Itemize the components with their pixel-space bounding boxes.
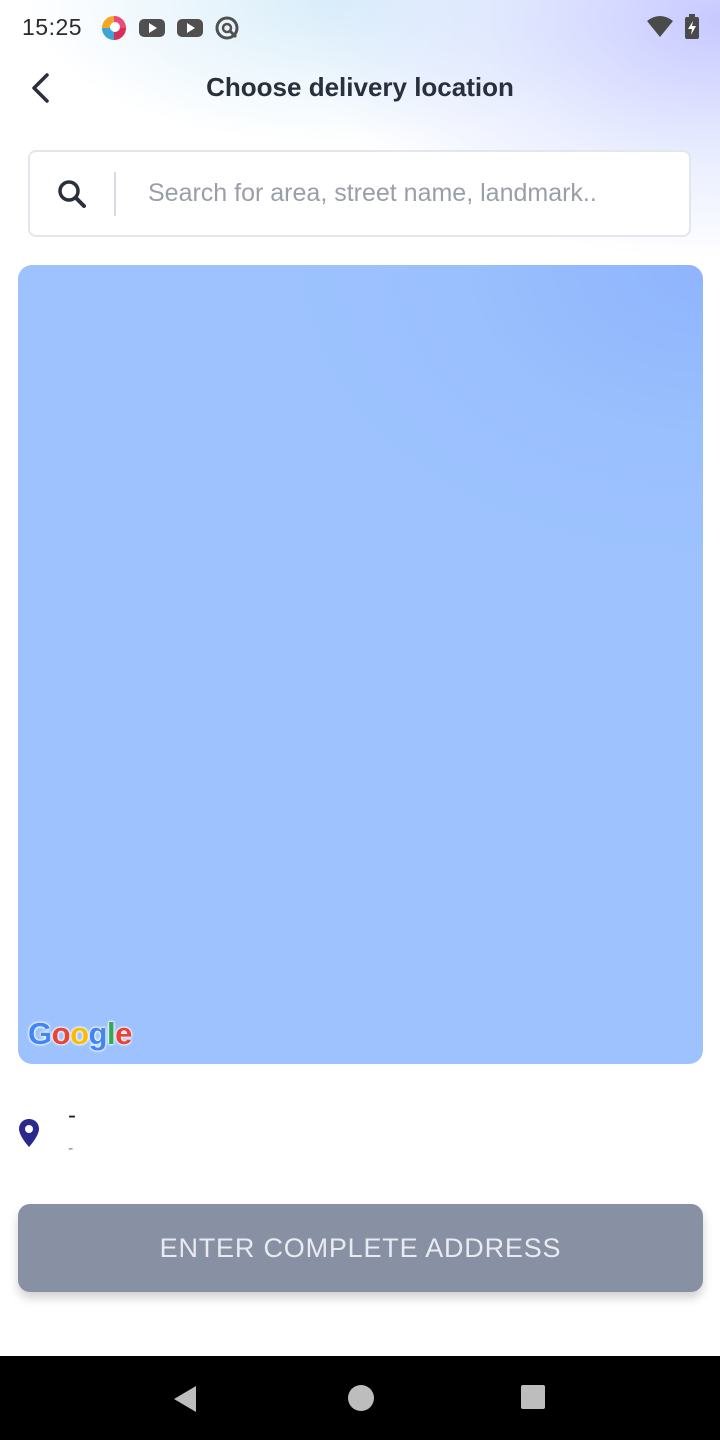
sync-icon: [214, 15, 240, 46]
location-pin-icon: [19, 1119, 39, 1147]
system-navigation-bar: [0, 1356, 720, 1440]
selected-location: - -: [18, 1100, 703, 1170]
youtube-icon: [138, 17, 166, 44]
location-title: -: [68, 1102, 76, 1129]
status-system-icons: [646, 14, 700, 45]
map-view[interactable]: Google: [18, 265, 703, 1064]
status-notification-icons: [100, 14, 240, 47]
location-subtitle: -: [68, 1140, 74, 1157]
recents-square-icon[interactable]: [520, 1384, 546, 1410]
back-triangle-icon[interactable]: [172, 1384, 198, 1414]
search-input[interactable]: [116, 152, 689, 235]
youtube-icon: [176, 17, 204, 44]
wifi-icon: [646, 15, 674, 44]
page-title: Choose delivery location: [206, 72, 514, 102]
google-logo: Google: [28, 1016, 132, 1051]
status-bar: 15:25: [0, 0, 720, 56]
enter-complete-address-button[interactable]: ENTER COMPLETE ADDRESS: [18, 1204, 703, 1292]
search-icon-container: [30, 152, 114, 235]
home-circle-icon[interactable]: [347, 1384, 375, 1412]
top-app-bar: Choose delivery location: [0, 56, 720, 122]
status-time: 15:25: [22, 14, 83, 40]
search-icon: [58, 179, 86, 208]
battery-charging-icon: [684, 14, 700, 45]
app-notification-icon: [100, 14, 128, 47]
search-bar[interactable]: [28, 150, 691, 237]
